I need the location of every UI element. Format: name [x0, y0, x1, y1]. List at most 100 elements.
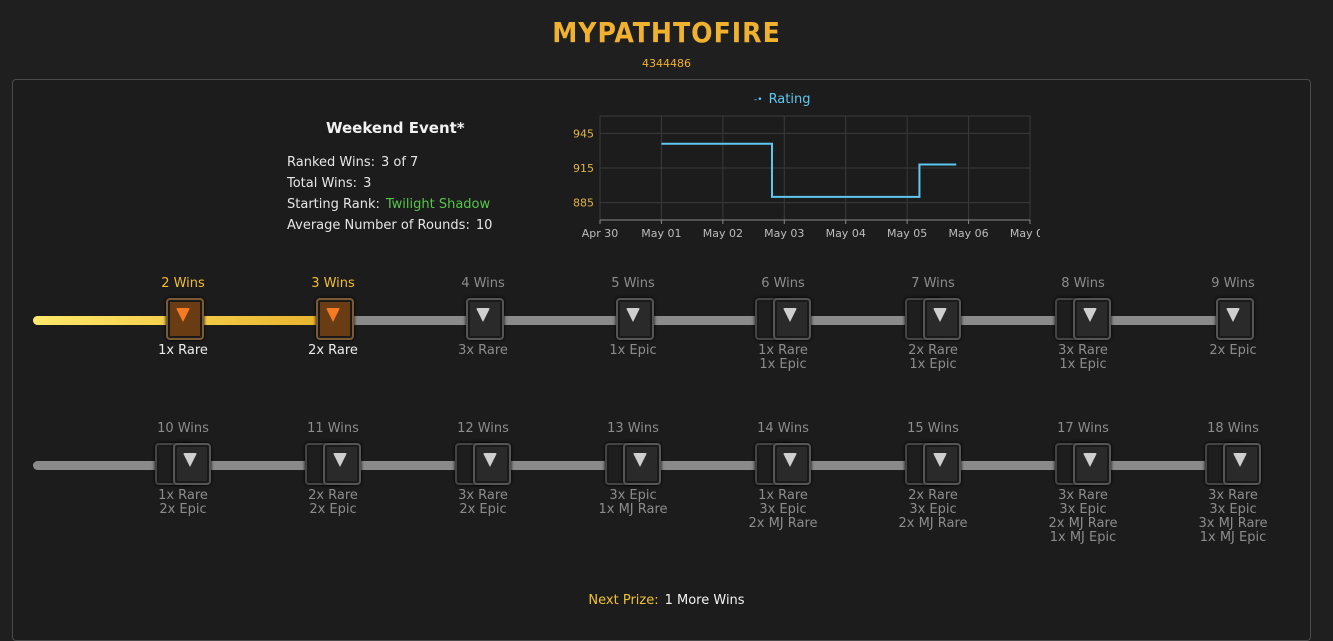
tier-reward-line: 2x Epic [1209, 343, 1257, 358]
tier-reward-line: 1x Rare [158, 343, 208, 358]
tier-wins-label: 18 Wins [1207, 421, 1259, 436]
reward-tier[interactable]: 4 Wins 3x Rare [423, 276, 543, 358]
reward-tier[interactable]: 14 Wins 1x Rare 3x Epic 2x MJ Rare [723, 421, 843, 531]
card-pack-icon [1223, 443, 1261, 485]
tier-wins-label: 5 Wins [611, 276, 655, 291]
tier-reward-line: 1x MJ Epic [1049, 530, 1117, 545]
tier-reward-line: 2x Rare [908, 343, 958, 358]
reward-tier[interactable]: 8 Wins 3x Rare 1x Epic [1023, 276, 1143, 372]
player-id: 4344486 [642, 57, 691, 70]
tier-reward: 2x Rare 2x Epic [273, 489, 393, 517]
tier-reward-line: 3x Epic [1059, 502, 1107, 517]
card-pack-icon [323, 443, 361, 485]
reward-tier[interactable]: 11 Wins 2x Rare 2x Epic [273, 421, 393, 517]
tier-wins-label: 3 Wins [311, 276, 355, 291]
reward-tier[interactable]: 15 Wins 2x Rare 3x Epic 2x MJ Rare [873, 421, 993, 531]
tier-reward-line: 1x MJ Epic [1199, 530, 1267, 545]
tier-wins-label: 15 Wins [907, 421, 959, 436]
tier-reward: 2x Rare 1x Epic [873, 344, 993, 372]
x-tick-label: May 03 [764, 227, 804, 240]
avg-rounds-value: 10 [475, 218, 493, 233]
avg-rounds-label: Average Number of Rounds: [287, 218, 470, 233]
tier-wins-label: 12 Wins [457, 421, 509, 436]
pack-icon [1023, 441, 1143, 485]
reward-tier[interactable]: 9 Wins 2x Epic [1173, 276, 1293, 358]
tier-reward: 2x Epic [1173, 344, 1293, 358]
card-pack-icon [466, 298, 504, 340]
tier-reward: 3x Epic 1x MJ Rare [573, 489, 693, 517]
tier-reward: 1x Epic [573, 344, 693, 358]
card-pack-icon [923, 443, 961, 485]
reward-tier[interactable]: 13 Wins 3x Epic 1x MJ Rare [573, 421, 693, 517]
card-pack-icon [1216, 298, 1254, 340]
tier-reward: 3x Rare 2x Epic [423, 489, 543, 517]
reward-tier[interactable]: 12 Wins 3x Rare 2x Epic [423, 421, 543, 517]
reward-tier[interactable]: 10 Wins 1x Rare 2x Epic [123, 421, 243, 517]
card-pack-icon [923, 298, 961, 340]
tier-reward-line: 3x Rare [458, 488, 508, 503]
total-wins-row: Total Wins: 3 [287, 173, 492, 194]
pack-icon [273, 296, 393, 340]
reward-tier[interactable]: 7 Wins 2x Rare 1x Epic [873, 276, 993, 372]
tier-wins-label: 2 Wins [161, 276, 205, 291]
ranked-wins-value: 3 of 7 [380, 155, 419, 170]
avg-rounds-row: Average Number of Rounds: 10 [287, 215, 492, 236]
rating-chart: Apr 30 May 01 May 02 May 03 May 04 May 05 May … [573, 115, 1040, 240]
ranked-wins-label: Ranked Wins: [287, 155, 375, 170]
reward-tier[interactable]: 18 Wins 3x Rare 3x Epic 3x MJ Rare 1x MJ Epi… [1173, 421, 1293, 545]
pack-icon [573, 296, 693, 340]
tier-reward-line: 2x Epic [459, 502, 507, 517]
tier-reward: 3x Rare 3x Epic 2x MJ Rare 1x MJ Epic [1023, 489, 1143, 545]
starting-rank-label: Starting Rank: [287, 197, 380, 212]
card-pack-icon [473, 443, 511, 485]
tier-reward-line: 2x Rare [308, 343, 358, 358]
x-tick-label: May 07 [1010, 227, 1040, 240]
y-tick-label: 915 [573, 162, 594, 175]
card-pack-icon [1073, 443, 1111, 485]
reward-tier[interactable]: 3 Wins 2x Rare [273, 276, 393, 358]
pack-icon [1173, 296, 1293, 340]
total-wins-label: Total Wins: [287, 176, 358, 191]
card-pack-icon [1073, 298, 1111, 340]
player-name: MYPATHTOFIRE [552, 16, 781, 49]
reward-tier[interactable]: 6 Wins 1x Rare 1x Epic [723, 276, 843, 372]
tier-reward-line: 3x Epic [909, 502, 957, 517]
card-pack-icon [773, 443, 811, 485]
reward-tier[interactable]: 17 Wins 3x Rare 3x Epic 2x MJ Rare 1x MJ Epi… [1023, 421, 1143, 545]
tier-reward-line: 2x Rare [308, 488, 358, 503]
tier-reward-line: 3x Rare [1058, 488, 1108, 503]
tier-reward-line: 3x Epic [759, 502, 807, 517]
tier-wins-label: 4 Wins [461, 276, 505, 291]
chart-legend[interactable]: ‐• Rating [754, 92, 810, 107]
legend-series-label: Rating [768, 92, 811, 107]
tier-reward-line: 1x Rare [758, 488, 808, 503]
y-tick-label: 885 [573, 197, 594, 210]
pack-icon [1173, 441, 1293, 485]
tier-reward-line: 3x Epic [1209, 502, 1257, 517]
legend-line-icon: ‐• [754, 95, 763, 105]
pack-icon [423, 441, 543, 485]
tier-reward-line: 1x MJ Rare [598, 502, 668, 517]
tier-wins-label: 7 Wins [911, 276, 955, 291]
pack-icon [723, 441, 843, 485]
pack-icon [723, 296, 843, 340]
tier-reward-line: 1x Rare [158, 488, 208, 503]
tier-reward: 3x Rare 3x Epic 3x MJ Rare 1x MJ Epic [1173, 489, 1293, 545]
tier-reward: 1x Rare 3x Epic 2x MJ Rare [723, 489, 843, 531]
pack-icon [573, 441, 693, 485]
card-pack-icon [316, 298, 354, 340]
x-tick-label: Apr 30 [582, 227, 619, 240]
tier-wins-label: 11 Wins [307, 421, 359, 436]
tier-reward: 2x Rare [273, 344, 393, 358]
tier-reward-line: 2x Epic [159, 502, 207, 517]
y-tick-label: 945 [573, 127, 594, 140]
reward-tier[interactable]: 5 Wins 1x Epic [573, 276, 693, 358]
tier-reward: 3x Rare 1x Epic [1023, 344, 1143, 372]
x-tick-label: May 06 [948, 227, 988, 240]
tier-reward-line: 2x MJ Rare [748, 516, 818, 531]
tier-reward-line: 3x Rare [1208, 488, 1258, 503]
tier-reward-line: 1x Epic [1059, 357, 1107, 372]
card-pack-icon [616, 298, 654, 340]
tier-reward-line: 3x Rare [1058, 343, 1108, 358]
reward-tier[interactable]: 2 Wins 1x Rare [123, 276, 243, 358]
